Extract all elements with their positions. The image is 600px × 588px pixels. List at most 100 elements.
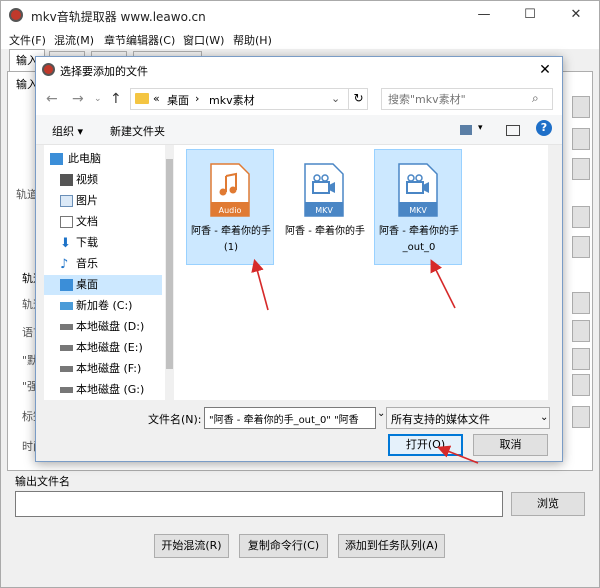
search-icon[interactable]: ⌕ — [532, 91, 539, 106]
window-title: mkv音轨提取器 www.leawo.cn — [31, 10, 206, 24]
close-button[interactable]: ✕ — [553, 1, 599, 29]
new-folder-button[interactable]: 新建文件夹 — [110, 123, 165, 139]
video-file-icon: MKV — [304, 163, 344, 217]
address-bar[interactable]: « 桌面 › mkv素材 ⌄ — [130, 88, 368, 110]
language-dropdown[interactable] — [572, 320, 590, 342]
breadcrumb-mkv-folder[interactable]: mkv素材 — [209, 92, 255, 108]
dialog-toolbar: 组织 ▾ 新建文件夹 ▾ ? — [36, 115, 562, 145]
breadcrumb-separator[interactable]: › — [195, 92, 199, 105]
minimize-button[interactable]: — — [461, 1, 507, 29]
drive-icon — [60, 366, 73, 372]
download-folder-icon: ⬇ — [60, 236, 71, 251]
track-option-dropdown[interactable] — [572, 292, 590, 314]
menu-bar: 文件(F) 混流(M) 章节编辑器(C) 窗口(W) 帮助(H) — [1, 29, 599, 49]
help-icon[interactable]: ? — [536, 120, 552, 136]
tag-browse-button[interactable] — [572, 406, 590, 428]
address-dropdown-icon[interactable]: ⌄ — [331, 92, 340, 105]
nav-item-drive-e[interactable]: 本地磁盘 (E:) — [44, 338, 162, 358]
nav-item-drive-d[interactable]: 本地磁盘 (D:) — [44, 317, 162, 337]
chevron-down-icon[interactable]: ⌄ — [540, 412, 548, 423]
remove-file-button[interactable] — [572, 158, 590, 180]
forward-arrow-icon[interactable]: → — [72, 91, 84, 107]
nav-item-drive-c[interactable]: 新加卷 (C:) — [44, 296, 162, 316]
file-list-scrollbar[interactable] — [548, 145, 557, 400]
drive-icon — [60, 345, 73, 351]
file-type-badge: MKV — [409, 206, 427, 215]
menu-mux[interactable]: 混流(M) — [54, 32, 94, 48]
refresh-icon[interactable]: ↻ — [348, 88, 368, 110]
nav-item-label: 本地磁盘 (G:) — [76, 383, 145, 396]
nav-scrollbar[interactable] — [165, 145, 174, 400]
filename-dropdown-icon[interactable]: ⌄ — [377, 408, 385, 419]
document-folder-icon — [60, 216, 73, 228]
file-item[interactable]: MKV 阿香 - 牵着你的手 — [280, 149, 368, 265]
move-down-button[interactable] — [572, 236, 590, 258]
file-name: 阿香 - 牵着你的手 (1) — [191, 226, 271, 253]
filename-input[interactable]: "阿香 - 牵着你的手_out_0" "阿香 — [204, 407, 376, 429]
menu-file[interactable]: 文件(F) — [9, 32, 46, 48]
forced-flag-dropdown[interactable] — [572, 374, 590, 396]
nav-item-label: 图片 — [76, 194, 98, 207]
navigation-row: ← → ⌄ ↑ « 桌面 › mkv素材 ⌄ ↻ ⌕ — [36, 83, 562, 115]
view-options-icon[interactable] — [460, 125, 472, 135]
dialog-close-button[interactable]: ✕ — [528, 57, 562, 83]
default-flag-dropdown[interactable] — [572, 348, 590, 370]
nav-item-downloads[interactable]: ⬇ 下载 — [44, 233, 162, 253]
nav-item-label: 此电脑 — [68, 152, 101, 165]
menu-chapter-editor[interactable]: 章节编辑器(C) — [104, 32, 175, 48]
nav-item-label: 本地磁盘 (F:) — [76, 362, 142, 375]
file-open-dialog: 选择要添加的文件 ✕ ← → ⌄ ↑ « 桌面 › mkv素材 ⌄ ↻ ⌕ 组织… — [35, 56, 563, 462]
cancel-button[interactable]: 取消 — [473, 434, 548, 456]
dialog-app-icon — [42, 63, 55, 76]
nav-item-documents[interactable]: 文档 — [44, 212, 162, 232]
title-bar: mkv音轨提取器 www.leawo.cn — ☐ ✕ — [1, 1, 599, 29]
search-input[interactable] — [381, 88, 553, 110]
add-file-button[interactable] — [572, 96, 590, 118]
menu-help[interactable]: 帮助(H) — [233, 32, 272, 48]
copy-command-button[interactable]: 复制命令行(C) — [239, 534, 328, 558]
organize-menu[interactable]: 组织 ▾ — [52, 123, 83, 139]
desktop-folder-icon — [60, 279, 73, 291]
nav-item-label: 本地磁盘 (D:) — [76, 320, 145, 333]
output-filename-input[interactable] — [15, 491, 503, 517]
menu-window[interactable]: 窗口(W) — [183, 32, 224, 48]
append-file-button[interactable] — [572, 128, 590, 150]
up-arrow-icon[interactable]: ↑ — [110, 91, 122, 107]
start-mux-button[interactable]: 开始混流(R) — [154, 534, 229, 558]
audio-file-icon: Audio — [210, 163, 250, 217]
nav-item-label: 视频 — [76, 173, 98, 186]
file-type-value: 所有支持的媒体文件 — [391, 413, 490, 426]
nav-item-this-pc[interactable]: 此电脑 — [44, 149, 162, 169]
drive-icon — [60, 387, 73, 393]
view-dropdown-icon[interactable]: ▾ — [478, 123, 483, 133]
preview-pane-icon[interactable] — [506, 125, 520, 136]
nav-item-drive-g[interactable]: 本地磁盘 (G:) — [44, 380, 162, 400]
video-folder-icon — [60, 174, 73, 186]
nav-item-pictures[interactable]: 图片 — [44, 191, 162, 211]
dialog-title: 选择要添加的文件 — [60, 65, 148, 78]
nav-item-label: 文档 — [76, 215, 98, 228]
browse-button[interactable]: 浏览 — [511, 492, 585, 516]
recent-chevron-icon[interactable]: ⌄ — [94, 94, 102, 104]
back-arrow-icon[interactable]: ← — [46, 91, 58, 107]
music-folder-icon: ♪ — [60, 257, 69, 272]
nav-item-videos[interactable]: 视频 — [44, 170, 162, 190]
file-item[interactable]: Audio 阿香 - 牵着你的手 (1) — [186, 149, 274, 265]
filename-label: 文件名(N): — [148, 413, 202, 426]
breadcrumb-overflow[interactable]: « — [153, 92, 160, 105]
nav-scrollbar-thumb[interactable] — [166, 159, 173, 369]
file-name: 阿香 - 牵着你的手_out_0 — [379, 226, 459, 253]
nav-item-drive-f[interactable]: 本地磁盘 (F:) — [44, 359, 162, 379]
open-button[interactable]: 打开(O) — [388, 434, 463, 456]
breadcrumb-desktop[interactable]: 桌面 — [167, 92, 189, 108]
maximize-button[interactable]: ☐ — [507, 1, 553, 29]
nav-item-music[interactable]: ♪ 音乐 — [44, 254, 162, 274]
folder-icon — [135, 93, 149, 104]
add-to-queue-button[interactable]: 添加到任务队列(A) — [338, 534, 445, 558]
dialog-title-bar: 选择要添加的文件 ✕ — [36, 57, 562, 83]
nav-item-desktop[interactable]: 桌面 — [44, 275, 162, 295]
move-up-button[interactable] — [572, 206, 590, 228]
file-type-select[interactable]: 所有支持的媒体文件 — [386, 407, 550, 429]
file-item[interactable]: MKV 阿香 - 牵着你的手_out_0 — [374, 149, 462, 265]
video-file-icon: MKV — [398, 163, 438, 217]
